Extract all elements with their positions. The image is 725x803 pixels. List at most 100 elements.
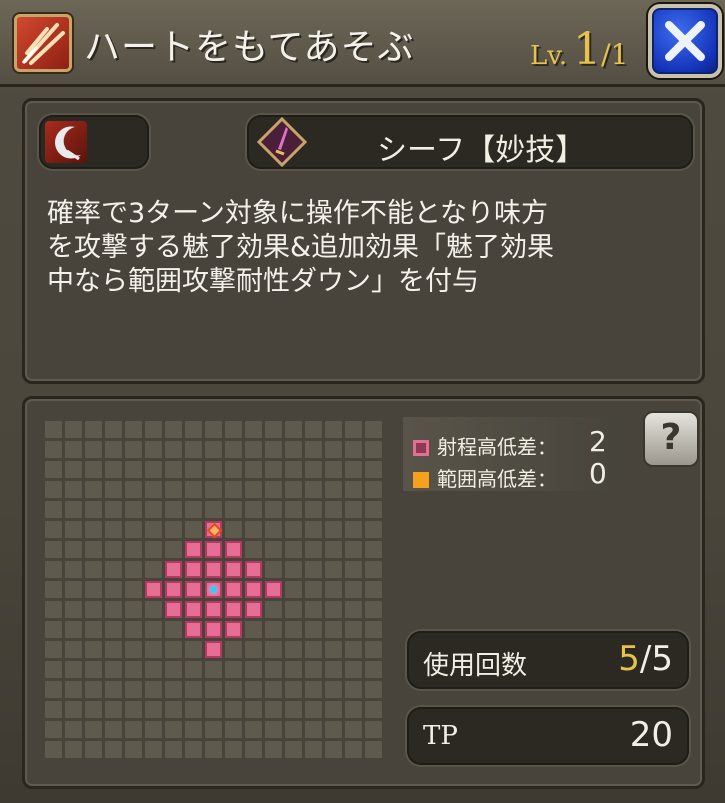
grid-cell xyxy=(105,661,122,678)
grid-cell xyxy=(245,721,262,738)
grid-cell xyxy=(285,581,302,598)
grid-cell xyxy=(145,481,162,498)
grid-cell xyxy=(105,541,122,558)
grid-cell xyxy=(105,621,122,638)
target-cell xyxy=(205,521,222,538)
grid-cell xyxy=(225,441,242,458)
grid-cell xyxy=(325,461,342,478)
grid-cell xyxy=(165,481,182,498)
grid-cell xyxy=(205,421,222,438)
grid-cell xyxy=(345,521,362,538)
grid-cell xyxy=(225,721,242,738)
grid-cell xyxy=(125,681,142,698)
legend-label: 範囲高低差： xyxy=(437,467,557,491)
legend-label: 射程高低差： xyxy=(437,435,557,459)
grid-cell xyxy=(285,741,302,758)
grid-cell xyxy=(65,441,82,458)
grid-cell xyxy=(145,461,162,478)
grid-cell xyxy=(285,601,302,618)
grid-cell xyxy=(45,501,62,518)
grid-cell xyxy=(85,461,102,478)
grid-cell xyxy=(225,681,242,698)
grid-cell xyxy=(325,561,342,578)
grid-cell xyxy=(85,601,102,618)
range-cell xyxy=(165,581,182,598)
range-cell xyxy=(225,621,242,638)
grid-cell xyxy=(45,741,62,758)
grid-cell xyxy=(285,481,302,498)
grid-cell xyxy=(145,641,162,658)
grid-cell xyxy=(365,621,382,638)
grid-cell xyxy=(105,741,122,758)
grid-cell xyxy=(205,681,222,698)
grid-cell xyxy=(145,661,162,678)
grid-cell xyxy=(365,561,382,578)
uses-max: /5 xyxy=(639,639,673,679)
grid-cell xyxy=(325,641,342,658)
grid-cell xyxy=(325,661,342,678)
grid-cell xyxy=(125,561,142,578)
grid-cell xyxy=(265,441,282,458)
close-button[interactable] xyxy=(648,4,722,78)
grid-cell xyxy=(165,741,182,758)
range-cell xyxy=(145,581,162,598)
grid-cell xyxy=(325,501,342,518)
range-cell xyxy=(205,601,222,618)
grid-cell xyxy=(185,461,202,478)
grid-cell xyxy=(45,681,62,698)
grid-cell xyxy=(165,461,182,478)
grid-cell xyxy=(45,421,62,438)
grid-cell xyxy=(345,661,362,678)
grid-cell xyxy=(365,641,382,658)
grid-cell xyxy=(265,661,282,678)
grid-cell xyxy=(345,461,362,478)
grid-cell xyxy=(285,521,302,538)
range-cell xyxy=(245,581,262,598)
tp-cost: TP 20 xyxy=(407,707,689,765)
grid-cell xyxy=(125,421,142,438)
grid-cell xyxy=(305,561,322,578)
grid-cell xyxy=(145,501,162,518)
range-cell xyxy=(225,581,242,598)
range-cell xyxy=(205,641,222,658)
range-swatch xyxy=(413,440,429,456)
grid-cell xyxy=(365,501,382,518)
grid-cell xyxy=(345,561,362,578)
grid-cell xyxy=(45,601,62,618)
grid-cell xyxy=(65,701,82,718)
grid-cell xyxy=(345,721,362,738)
range-cell xyxy=(185,621,202,638)
grid-cell xyxy=(365,541,382,558)
grid-cell xyxy=(305,461,322,478)
grid-cell xyxy=(145,681,162,698)
help-button[interactable]: ? xyxy=(645,413,697,465)
range-cell xyxy=(225,561,242,578)
grid-cell xyxy=(305,521,322,538)
grid-cell xyxy=(165,441,182,458)
skill-detail-window: ハートをもてあそぶ Lv. 1/1 シーフ【妙技】 確率で3ターン対象に操作不能… xyxy=(0,0,725,803)
grid-cell xyxy=(245,481,262,498)
grid-cell xyxy=(125,501,142,518)
grid-cell xyxy=(365,681,382,698)
grid-cell xyxy=(305,541,322,558)
grid-cell xyxy=(285,641,302,658)
title-bar: ハートをもてあそぶ Lv. 1/1 xyxy=(0,0,725,87)
grid-cell xyxy=(165,661,182,678)
grid-cell xyxy=(245,621,262,638)
grid-cell xyxy=(305,681,322,698)
grid-cell xyxy=(85,421,102,438)
grid-cell xyxy=(165,681,182,698)
grid-cell xyxy=(265,601,282,618)
class-name: シーフ【妙技】 xyxy=(377,133,586,168)
grid-cell xyxy=(125,521,142,538)
grid-cell xyxy=(305,621,322,638)
grid-cell xyxy=(125,641,142,658)
grid-cell xyxy=(85,741,102,758)
grid-cell xyxy=(325,541,342,558)
grid-cell xyxy=(165,641,182,658)
grid-cell xyxy=(305,721,322,738)
grid-cell xyxy=(65,421,82,438)
grid-cell xyxy=(65,481,82,498)
grid-cell xyxy=(65,661,82,678)
range-cell xyxy=(165,561,182,578)
